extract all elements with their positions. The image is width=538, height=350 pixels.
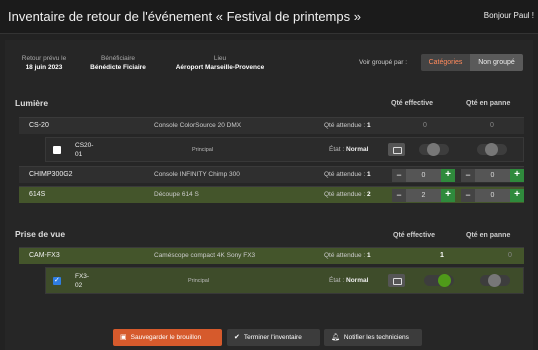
unit-principal: Principal	[192, 147, 214, 153]
panne-stepper[interactable]: − 0 +	[461, 169, 524, 182]
minus-icon[interactable]: −	[392, 189, 406, 202]
row-expected: Qté attendue : 1	[324, 171, 371, 178]
col-panne: Qté en panne	[466, 232, 511, 239]
effective-value[interactable]: 2	[406, 189, 441, 202]
unit-state: État : Normal	[329, 277, 369, 284]
unit-principal: Principal	[188, 278, 210, 284]
panne-value[interactable]: 0	[475, 169, 510, 182]
plus-icon[interactable]: +	[441, 169, 455, 182]
effective-toggle[interactable]	[424, 274, 454, 287]
row-desc: Découpe 614 S	[154, 191, 199, 198]
group-by-none-button[interactable]: Non groupé	[470, 54, 523, 71]
effective-toggle[interactable]	[419, 143, 449, 156]
return-date-info: Retour prévu le 18 juin 2023	[14, 54, 74, 72]
row-desc: Console ColorSource 20 DMX	[154, 122, 242, 129]
row-ref: 614S	[29, 191, 46, 198]
col-effective: Qté effective	[393, 232, 436, 239]
unit-subrow: CS20- 01 Principal État : Normal	[45, 137, 524, 162]
minus-icon[interactable]: −	[461, 169, 475, 182]
row-ref: CHIMP300G2	[29, 171, 73, 178]
minus-icon[interactable]: −	[461, 189, 475, 202]
group-by-label: Voir groupé par :	[359, 59, 408, 66]
row-panne: 0	[508, 252, 512, 259]
return-date-label: Retour prévu le	[21, 55, 67, 62]
save-draft-button[interactable]: ▣ Sauvegarder le brouillon	[113, 329, 222, 346]
row-desc: Console INFINITY Chimp 300	[154, 171, 240, 178]
bell-icon: 🔔︎	[331, 334, 340, 341]
unit-card-button[interactable]	[388, 274, 405, 287]
panne-stepper[interactable]: − 0 +	[461, 189, 524, 202]
return-date-value: 18 juin 2023	[25, 64, 63, 71]
location-info: Lieu Aéroport Marseille-Provence	[164, 54, 276, 72]
section-title-lumiere: Lumière	[15, 98, 49, 108]
panne-value[interactable]: 0	[475, 189, 510, 202]
save-icon: ▣	[120, 334, 127, 341]
unit-checkbox[interactable]	[53, 146, 61, 154]
row-desc: Caméscope compact 4K Sony FX3	[154, 252, 256, 259]
section-title-prise-de-vue: Prise de vue	[15, 229, 66, 239]
top-bar: Inventaire de retour de l'événement « Fe…	[0, 0, 538, 34]
row-expected: Qté attendue : 1	[324, 122, 371, 129]
location-label: Lieu	[213, 55, 227, 62]
table-row: CAM-FX3 Caméscope compact 4K Sony FX3 Qt…	[19, 247, 524, 264]
plus-icon[interactable]: +	[441, 189, 455, 202]
unit-card-button[interactable]	[388, 143, 405, 156]
location-value: Aéroport Marseille-Provence	[175, 64, 265, 71]
page-title: Inventaire de retour de l'événement « Fe…	[8, 9, 361, 24]
beneficiary-info: Bénéficiaire Bénédicte Ficiaire	[82, 54, 154, 72]
col-effective: Qté effective	[391, 100, 434, 107]
table-row: 614S Découpe 614 S Qté attendue : 2 − 2 …	[19, 186, 524, 203]
unit-ref: CS20- 01	[75, 142, 94, 158]
col-panne: Qté en panne	[466, 100, 511, 107]
beneficiary-value: Bénédicte Ficiaire	[90, 64, 146, 71]
row-ref: CS-20	[29, 122, 49, 129]
notify-technicians-button[interactable]: 🔔︎ Notifier les techniciens	[324, 329, 422, 346]
unit-subrow: FX3-02 Principal État : Normal	[45, 267, 524, 294]
row-effective: 1	[440, 252, 444, 259]
unit-ref: FX3- 02	[75, 273, 90, 289]
row-panne: 0	[490, 122, 494, 129]
panne-toggle[interactable]	[480, 274, 510, 287]
row-expected: Qté attendue : 1	[324, 252, 371, 259]
check-icon: ✔	[234, 334, 240, 341]
minus-icon[interactable]: −	[392, 169, 406, 182]
unit-state: État : Normal	[329, 146, 369, 153]
user-greeting[interactable]: Bonjour Paul !	[484, 11, 534, 20]
plus-icon[interactable]: +	[510, 189, 524, 202]
effective-stepper[interactable]: − 2 +	[392, 189, 455, 202]
effective-value[interactable]: 0	[406, 169, 441, 182]
beneficiary-label: Bénéficiaire	[101, 55, 135, 62]
table-row: CS-20 Console ColorSource 20 DMX Qté att…	[19, 117, 524, 134]
table-row: CHIMP300G2 Console INFINITY Chimp 300 Qt…	[19, 166, 524, 183]
row-effective: 0	[423, 122, 427, 129]
effective-stepper[interactable]: − 0 +	[392, 169, 455, 182]
row-ref: CAM-FX3	[29, 252, 60, 259]
plus-icon[interactable]: +	[510, 169, 524, 182]
group-by-categories-button[interactable]: Catégories	[421, 54, 470, 71]
row-expected: Qté attendue : 2	[324, 191, 371, 198]
panne-toggle[interactable]	[477, 143, 507, 156]
unit-checkbox[interactable]	[53, 276, 61, 285]
finish-inventory-button[interactable]: ✔ Terminer l'inventaire	[227, 329, 320, 346]
